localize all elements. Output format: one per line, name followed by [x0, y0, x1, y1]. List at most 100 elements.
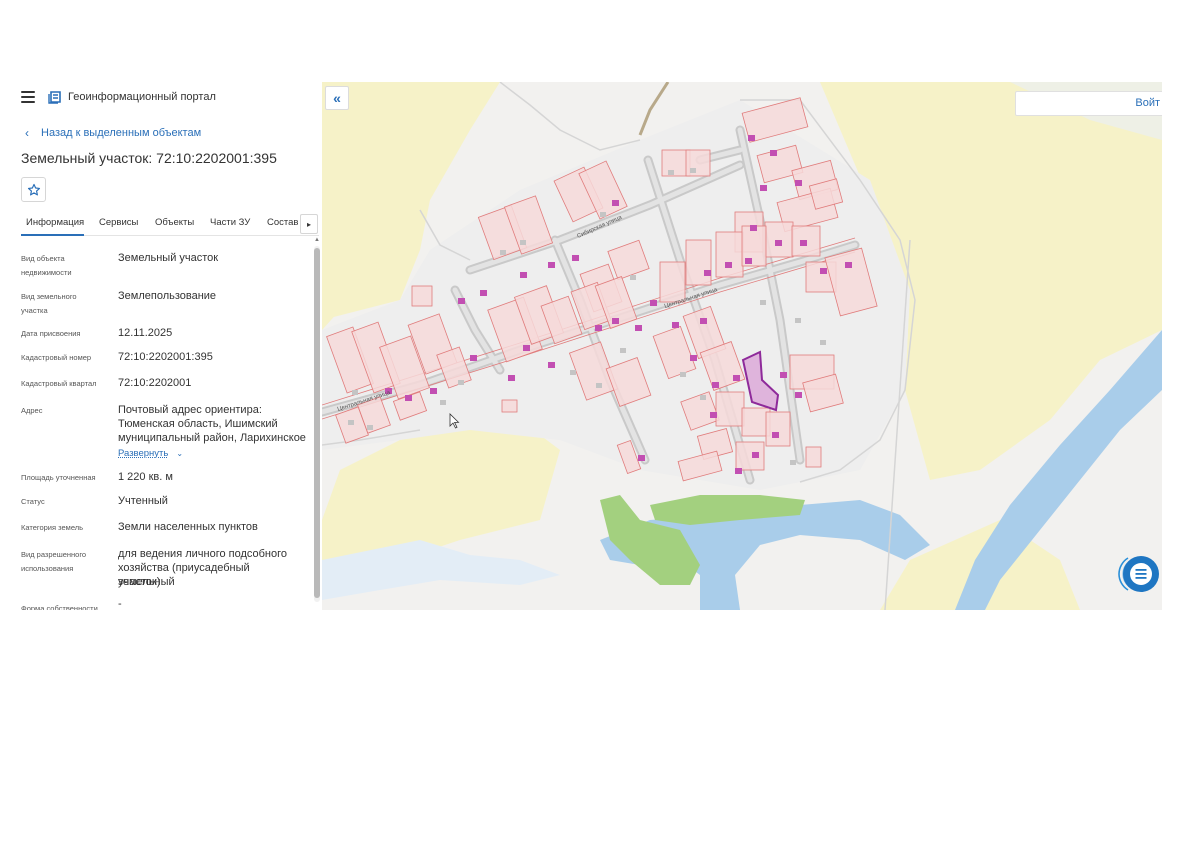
building — [733, 375, 740, 381]
building — [480, 290, 487, 296]
building — [704, 270, 711, 276]
expand-address-link[interactable]: Развернуть ⌄ — [118, 448, 183, 459]
tab-plot-parts[interactable]: Части ЗУ — [210, 217, 250, 228]
building — [470, 355, 477, 361]
map-canvas[interactable]: Сибирская улица Центральная улица Центра… — [322, 82, 1162, 610]
land-parcel[interactable] — [659, 261, 686, 303]
building — [800, 240, 807, 246]
portal-title[interactable]: Геоинформационный портал — [68, 91, 216, 103]
building — [680, 372, 686, 377]
building — [405, 395, 412, 401]
building — [523, 345, 530, 351]
tab-composition[interactable]: Состав — [267, 217, 298, 228]
building — [690, 355, 697, 361]
building — [745, 258, 752, 264]
building — [690, 168, 696, 173]
chevron-right-icon: ▸ — [306, 219, 311, 229]
active-tab-indicator — [21, 234, 84, 236]
building — [630, 275, 636, 280]
value-object-type: Земельный участок — [118, 252, 219, 264]
scroll-up-arrow-icon[interactable]: ▲ — [313, 236, 321, 244]
label-address: Адрес — [21, 406, 43, 415]
label-assign-date: Дата присвоения — [21, 329, 81, 338]
building — [795, 392, 802, 398]
building — [770, 150, 777, 156]
land-parcel[interactable] — [685, 239, 712, 286]
info-tabs: Информация Сервисы Объекты Части ЗУ Сост… — [21, 214, 319, 236]
building — [548, 262, 555, 268]
value-address-line-1: Почтовый адрес ориентира: — [118, 404, 262, 416]
map-view[interactable]: Сибирская улица Центральная улица Центра… — [322, 82, 1162, 610]
favorite-button[interactable] — [21, 177, 46, 202]
scrollbar-thumb[interactable] — [314, 248, 320, 598]
building — [760, 185, 767, 191]
star-icon — [27, 183, 40, 195]
land-parcel[interactable] — [764, 221, 794, 258]
building — [520, 272, 527, 278]
building — [775, 240, 782, 246]
chevron-left-icon: ‹ — [25, 126, 29, 140]
building — [710, 412, 717, 418]
login-label: Войт — [1135, 97, 1160, 109]
land-parcel[interactable] — [715, 231, 744, 278]
object-info-panel: Геоинформационный портал ‹ Назад к выдел… — [0, 82, 321, 610]
tab-objects[interactable]: Объекты — [155, 217, 194, 228]
land-parcel[interactable] — [735, 441, 765, 471]
building — [650, 300, 657, 306]
portal-logo-icon[interactable] — [48, 90, 62, 104]
building — [795, 180, 802, 186]
value-status: Учтенный — [118, 495, 168, 507]
land-parcel[interactable] — [501, 399, 518, 413]
value-address-line-2: Тюменская область, Ишимский — [118, 418, 278, 430]
label-object-type: Вид объекта недвижимости — [21, 254, 72, 277]
building — [520, 240, 526, 245]
back-to-selected-link[interactable]: ‹ Назад к выделенным объектам — [21, 126, 201, 140]
value-permitted-use-line-3: участок) — [118, 576, 161, 588]
land-parcel[interactable] — [715, 391, 745, 427]
double-chevron-left-icon: « — [333, 90, 341, 106]
hamburger-icon[interactable] — [21, 91, 35, 103]
collapse-panel-button[interactable]: « — [325, 86, 349, 110]
building — [820, 340, 826, 345]
label-permitted-use: Вид разрешенного использования — [21, 550, 87, 573]
value-land-category: Земли населенных пунктов — [118, 521, 258, 533]
chat-button[interactable] — [1114, 550, 1162, 598]
building — [367, 425, 373, 430]
building — [595, 325, 602, 331]
label-status: Статус — [21, 497, 45, 506]
value-area: 1 220 кв. м — [118, 471, 173, 483]
building — [725, 262, 732, 268]
value-address-line-3: муниципальный район, Ларихинское — [118, 432, 306, 444]
building — [458, 380, 464, 385]
tab-services[interactable]: Сервисы — [99, 217, 138, 228]
info-rows: Вид объекта недвижимости Земельный участ… — [0, 242, 312, 610]
land-parcel[interactable] — [805, 446, 822, 468]
building — [845, 262, 852, 268]
building — [430, 388, 437, 394]
building — [596, 383, 602, 388]
building — [620, 348, 626, 353]
land-parcel[interactable] — [411, 285, 433, 307]
building — [712, 382, 719, 388]
value-ownership: - — [118, 598, 122, 610]
tab-information[interactable]: Информация — [26, 217, 84, 228]
building — [735, 468, 742, 474]
building — [440, 400, 446, 405]
building — [508, 375, 515, 381]
building — [700, 318, 707, 324]
building — [760, 300, 766, 305]
land-parcel[interactable] — [685, 149, 711, 177]
label-ownership: Форма собственности — [21, 604, 98, 610]
building — [672, 322, 679, 328]
value-cadastral-block: 72:10:2202001 — [118, 377, 192, 389]
building — [612, 200, 619, 206]
page-title: Земельный участок: 72:10:2202001:395 — [21, 150, 277, 166]
land-parcel[interactable] — [765, 411, 791, 447]
building — [635, 325, 642, 331]
tabs-scroll-right-button[interactable]: ▸ — [300, 214, 318, 234]
building — [780, 372, 787, 378]
chat-icon — [1118, 556, 1159, 592]
label-cadastral-block: Кадастровый квартал — [21, 379, 97, 388]
building — [548, 362, 555, 368]
login-button[interactable]: Войт — [1015, 91, 1162, 116]
